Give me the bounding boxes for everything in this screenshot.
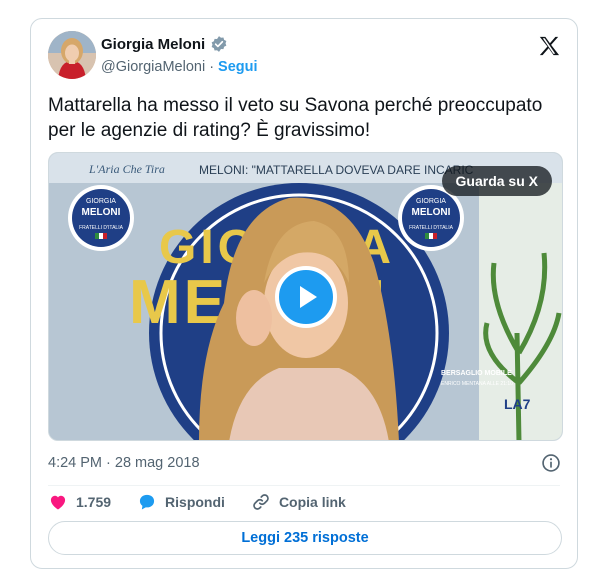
party-logo-left: GIORGIA MELONI FRATELLI D'ITALIA [68, 185, 134, 251]
svg-text:FRATELLI D'ITALIA: FRATELLI D'ITALIA [409, 225, 454, 231]
action-bar: 1.759 Rispondi Copia link [48, 493, 372, 511]
link-icon [253, 494, 269, 510]
x-logo-icon[interactable] [538, 35, 560, 57]
handle-separator: · [209, 59, 215, 75]
tweet-timestamp[interactable]: 4:24 PM · 28 mag 2018 [48, 455, 200, 471]
svg-text:MELONI: MELONI [82, 207, 121, 218]
tweet-text: Mattarella ha messo il veto su Savona pe… [48, 95, 543, 141]
show-script-text: L'Aria Che Tira [88, 162, 165, 176]
channel-logo-text: LA7 [504, 396, 531, 412]
svg-text:GIORGIA: GIORGIA [86, 198, 116, 205]
svg-text:GIORGIA: GIORGIA [416, 198, 446, 205]
avatar[interactable] [48, 31, 96, 79]
watch-on-x-button[interactable]: Guarda su X [441, 166, 552, 196]
follow-button[interactable]: Segui [218, 59, 257, 75]
play-icon [299, 285, 317, 308]
heart-icon [50, 495, 66, 510]
reply-label: Rispondi [165, 494, 225, 510]
divider [48, 485, 560, 486]
play-button[interactable] [274, 265, 337, 328]
svg-text:MELONI: MELONI [412, 207, 451, 218]
corner-caption-text: BERSAGLIO MOBILE [441, 370, 512, 377]
copy-link-label: Copia link [278, 494, 346, 510]
like-button[interactable]: 1.759 [48, 492, 111, 512]
author-name[interactable]: Giorgia Meloni [101, 36, 205, 53]
verified-badge-icon [211, 36, 227, 52]
info-icon[interactable] [541, 453, 561, 473]
reply-bubble-icon [139, 494, 155, 510]
read-replies-button[interactable]: Leggi 235 risposte [48, 521, 562, 555]
copy-link-button[interactable]: Copia link [251, 492, 346, 512]
corner-subcaption-text: ENRICO MENTANA ALLE 21:10 [441, 381, 513, 387]
video-player[interactable]: L'Aria Che Tira MELONI: "MATTARELLA DOVE… [48, 152, 563, 441]
reply-button[interactable]: Rispondi [137, 492, 225, 512]
avatar-image [48, 31, 96, 79]
tweet-card: Giorgia Meloni @GiorgiaMeloni · Segui Ma… [30, 18, 578, 569]
author-handle[interactable]: @GiorgiaMeloni [101, 59, 205, 75]
overlay-caption-text: MELONI: "MATTARELLA DOVEVA DARE INCARIC [199, 163, 474, 177]
like-count: 1.759 [76, 494, 112, 510]
svg-text:FRATELLI D'ITALIA: FRATELLI D'ITALIA [79, 225, 124, 231]
